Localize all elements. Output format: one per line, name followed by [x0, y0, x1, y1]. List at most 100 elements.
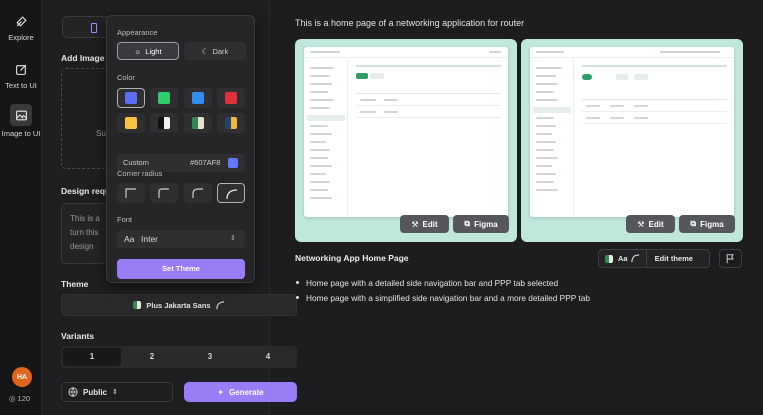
figma-button[interactable]: ⧉ Figma — [679, 215, 735, 233]
mini-line — [536, 75, 556, 77]
screenshot-preview-1 — [304, 47, 508, 217]
prompt-headline: This is a home page of a networking appl… — [295, 18, 525, 28]
figma-label: Figma — [700, 219, 724, 229]
edit-button[interactable]: ⚒ Edit — [626, 215, 675, 233]
color-swatch-green[interactable] — [150, 88, 178, 108]
mini-line — [536, 117, 554, 119]
corner-radius-icon — [630, 254, 639, 263]
flag-icon — [726, 253, 734, 263]
variant-card-1[interactable]: ⚒ Edit ⧉ Figma — [295, 39, 517, 242]
mini-chip — [634, 74, 648, 80]
theme-chip-label: Aa — [618, 254, 628, 263]
edit-icon — [12, 60, 30, 78]
variant-2[interactable]: 2 — [123, 346, 181, 368]
custom-color-chip — [228, 158, 238, 168]
corner-radius-small[interactable] — [150, 183, 178, 203]
corner-radius-large[interactable] — [217, 183, 245, 203]
mini-line — [536, 99, 558, 101]
mini-topbar — [530, 47, 734, 58]
mini-tabbar — [356, 65, 501, 67]
mini-line — [310, 173, 326, 175]
mini-chip — [370, 73, 384, 79]
mini-topbar — [304, 47, 508, 58]
dark-label: Dark — [212, 46, 229, 56]
design-request-label: Design requ — [61, 186, 111, 196]
color-swatch-black-white[interactable] — [150, 113, 178, 133]
rail-item-explore[interactable]: Explore — [0, 12, 42, 42]
swatch-chip — [192, 117, 204, 129]
corner-medium-icon — [192, 188, 203, 198]
generate-label: Generate — [229, 387, 264, 397]
color-swatch-blue-yellow[interactable] — [217, 113, 245, 133]
explore-icon — [12, 12, 30, 30]
magic-wand-icon: ⚒ — [411, 219, 419, 229]
font-prefix: Aa — [124, 234, 135, 244]
custom-label: Custom — [123, 158, 149, 167]
variants-selector: 1 2 3 4 — [61, 346, 297, 368]
font-select[interactable]: Aa Inter ⇕ — [117, 230, 245, 248]
mode-toggle[interactable] — [62, 16, 110, 38]
mini-chip — [616, 74, 628, 80]
variant-3[interactable]: 3 — [181, 346, 239, 368]
mini-chip — [582, 74, 592, 80]
mini-tabbar — [582, 65, 727, 67]
variants-label: Variants — [61, 331, 95, 341]
font-value: Inter — [141, 234, 159, 244]
image-upload-dropzone[interactable]: Su — [61, 68, 107, 169]
corner-radius-medium[interactable] — [184, 183, 212, 203]
mini-line — [660, 51, 720, 53]
color-swatch-green-cream[interactable] — [184, 113, 212, 133]
mini-line — [310, 197, 332, 199]
swatch-chip — [125, 92, 137, 104]
mini-line — [310, 189, 328, 191]
mini-sidenav — [530, 59, 574, 217]
sun-icon: ☼ — [134, 46, 142, 56]
swatch-chip — [125, 117, 137, 129]
chevron-updown-icon: ⇕ — [112, 389, 118, 396]
rail-item-image-to-ui[interactable]: Image to UI — [0, 104, 42, 138]
figma-button[interactable]: ⧉ Figma — [453, 215, 509, 233]
color-swatch-yellow[interactable] — [117, 113, 145, 133]
set-theme-button[interactable]: Set Theme — [117, 259, 245, 279]
design-request-input[interactable]: This is a turn this design — [61, 203, 107, 264]
preview-title: Networking App Home Page — [295, 253, 409, 263]
color-swatch-indigo[interactable] — [117, 88, 145, 108]
mini-line — [586, 117, 600, 119]
mini-line — [310, 133, 332, 135]
avatar[interactable]: HA — [12, 367, 32, 387]
mini-line — [536, 67, 562, 69]
color-swatch-blue[interactable] — [184, 88, 212, 108]
theme-font-name: Plus Jakarta Sans — [146, 300, 211, 310]
design-text-line: design — [70, 242, 94, 251]
variant-card-2[interactable]: ⚒ Edit ⧉ Figma — [521, 39, 743, 242]
mini-line — [310, 149, 330, 151]
mini-active-item — [307, 115, 345, 121]
theme-selector[interactable]: Plus Jakarta Sans — [61, 294, 297, 316]
light-mode-button[interactable]: ☼ Light — [117, 42, 179, 60]
generate-button[interactable]: ✦ Generate — [184, 382, 297, 402]
mini-line — [536, 173, 556, 175]
credits-value: 120 — [17, 394, 31, 403]
corner-radius-icon — [215, 300, 224, 309]
color-swatch-red[interactable] — [217, 88, 245, 108]
edit-theme-control[interactable]: Aa Edit theme — [598, 249, 710, 268]
report-button[interactable] — [719, 249, 742, 268]
mini-line — [634, 105, 648, 107]
mini-line — [610, 105, 624, 107]
edit-theme-button[interactable]: Edit theme — [655, 254, 693, 263]
globe-icon — [68, 387, 78, 397]
visibility-select[interactable]: Public ⇕ — [61, 382, 173, 402]
theme-popover: Appearance ☼ Light ☾ Dark Color Custom #… — [106, 15, 255, 283]
theme-swatch-icon — [605, 254, 613, 263]
dark-mode-button[interactable]: ☾ Dark — [184, 42, 246, 60]
corner-square-icon — [125, 188, 136, 198]
rail-item-text-to-ui[interactable]: Text to UI — [0, 60, 42, 90]
edit-button[interactable]: ⚒ Edit — [400, 215, 449, 233]
mini-line — [310, 67, 334, 69]
variant-1[interactable]: 1 — [63, 348, 121, 366]
corner-radius-none[interactable] — [117, 183, 145, 203]
mini-line — [310, 51, 340, 53]
color-label: Color — [117, 73, 135, 82]
variant-4[interactable]: 4 — [239, 346, 297, 368]
mini-line — [536, 91, 554, 93]
